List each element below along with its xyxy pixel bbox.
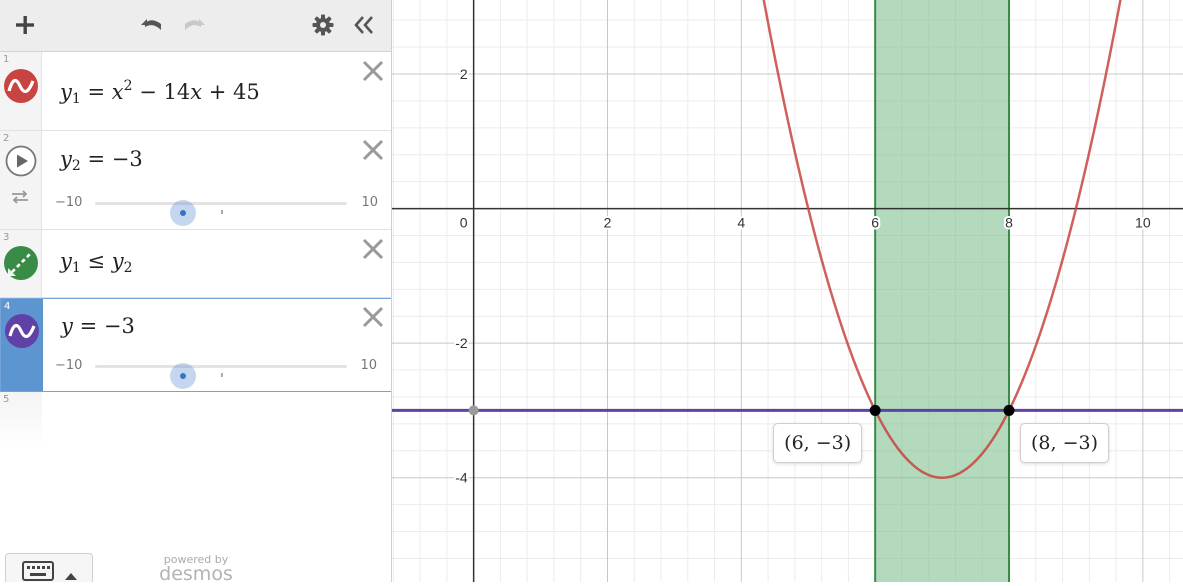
expression-formula[interactable]: y1 ≤ y2 [60,249,133,276]
value-slider[interactable]: −10 10 [55,193,382,226]
expression-index: 4 [4,301,11,312]
plus-icon [16,16,34,34]
minor-gridlines [392,0,1183,582]
color-toggle-button[interactable] [5,314,39,348]
delete-expression-button[interactable] [360,137,386,163]
intersection-point [869,404,881,416]
collapse-panel-button[interactable] [348,9,380,41]
expression-row-3[interactable]: 3 y1 ≤ y2 [0,230,391,298]
play-icon [5,145,37,177]
axes [392,0,1183,582]
keyboard-toggle-button[interactable] [5,553,93,582]
delete-expression-button[interactable] [360,58,386,84]
expression-formula[interactable]: y = −3 [61,314,135,338]
undo-icon [141,19,161,30]
expression-gutter: 5 [0,392,42,450]
expression-gutter: 1 [0,52,42,130]
settings-button[interactable] [307,9,339,41]
slider-handle[interactable] [170,200,197,226]
close-icon [362,306,384,328]
close-icon [362,139,384,161]
slider-zero-tick [221,373,223,377]
x-tick-label: 8 [1005,215,1013,231]
delete-expression-button[interactable] [360,304,386,330]
slider-track[interactable] [95,200,347,226]
point-label[interactable]: (6, −3) [773,423,863,464]
loop-icon [12,190,28,204]
slider-handle[interactable] [170,363,197,389]
slider-min-label: −10 [55,195,83,210]
close-icon [362,60,384,82]
slider-max-label: 10 [360,358,377,373]
expression-index: 2 [3,133,10,144]
x-tick-label: 2 [604,215,612,231]
function-wave-icon [7,79,35,93]
slider-track[interactable] [95,363,347,389]
expression-formula[interactable]: y1 = x2 − 14x + 45 [60,78,260,107]
color-toggle-button[interactable] [4,69,38,103]
expression-gutter: 3 [0,230,42,297]
expression-row-2[interactable]: 2 y2 = −3 −10 10 [0,131,391,230]
y-tick-label: -4 [455,470,468,486]
expression-row-1[interactable]: 1 y1 = x2 − 14x + 45 [0,52,391,131]
expression-gutter: 4 [1,299,43,391]
function-wave-icon [8,324,36,338]
keyboard-icon [22,561,77,581]
close-icon [362,238,384,260]
x-tick-label: 0 [460,215,468,231]
expression-gutter: 2 [0,131,42,229]
delete-expression-button[interactable] [360,236,386,262]
expression-index: 1 [3,54,10,65]
major-gridlines [392,0,1183,582]
slider-zero-tick [221,210,223,214]
x-tick-label: 6 [871,215,879,231]
undo-button[interactable] [136,9,168,41]
redo-icon [185,19,205,30]
x-axis-tick-labels: 0 2 4 6 8 10 [458,213,1153,233]
gear-icon [312,14,334,36]
horizontal-line-y-neg3[interactable] [392,405,1183,416]
color-toggle-button[interactable] [4,246,38,280]
add-expression-button[interactable] [9,9,41,41]
powered-by-desmos-logo[interactable]: powered by desmos [146,553,246,582]
redo-button[interactable] [178,9,210,41]
expression-row-4[interactable]: 4 y = −3 −10 10 [0,298,391,392]
inequality-shade-icon [8,253,31,276]
inequality-shaded-region [874,0,1011,582]
y-tick-label: 2 [460,66,468,82]
double-chevron-left-icon [354,16,373,34]
shaded-strip [875,0,1010,582]
play-slider-button[interactable] [5,145,37,177]
x-tick-label: 4 [737,215,745,231]
expression-list-panel: 1 y1 = x2 − 14x + 45 2 y2 = −3 −10 10 3 … [0,0,392,582]
expression-index: 3 [3,232,10,243]
slider-min-label: −10 [55,358,83,373]
graph-svg[interactable]: 0 2 4 6 8 10 2 -2 -4 [392,0,1183,582]
expression-index: 5 [3,394,10,405]
y-tick-label: -2 [455,335,468,351]
graph-canvas[interactable]: 0 2 4 6 8 10 2 -2 -4 (6, −3) (8, −3) [392,0,1183,582]
y-axis-tick-labels: 2 -2 -4 [453,64,470,488]
y-intercept-point [468,405,479,416]
expression-toolbar [0,0,391,52]
expression-row-5-empty[interactable]: 5 [0,392,391,450]
intersection-point [1003,404,1015,416]
loop-button[interactable] [9,189,31,209]
point-label[interactable]: (8, −3) [1020,423,1110,464]
expression-formula[interactable]: y2 = −3 [60,147,143,174]
x-tick-label: 10 [1135,215,1151,231]
value-slider[interactable]: −10 10 [55,356,381,389]
slider-max-label: 10 [361,195,378,210]
